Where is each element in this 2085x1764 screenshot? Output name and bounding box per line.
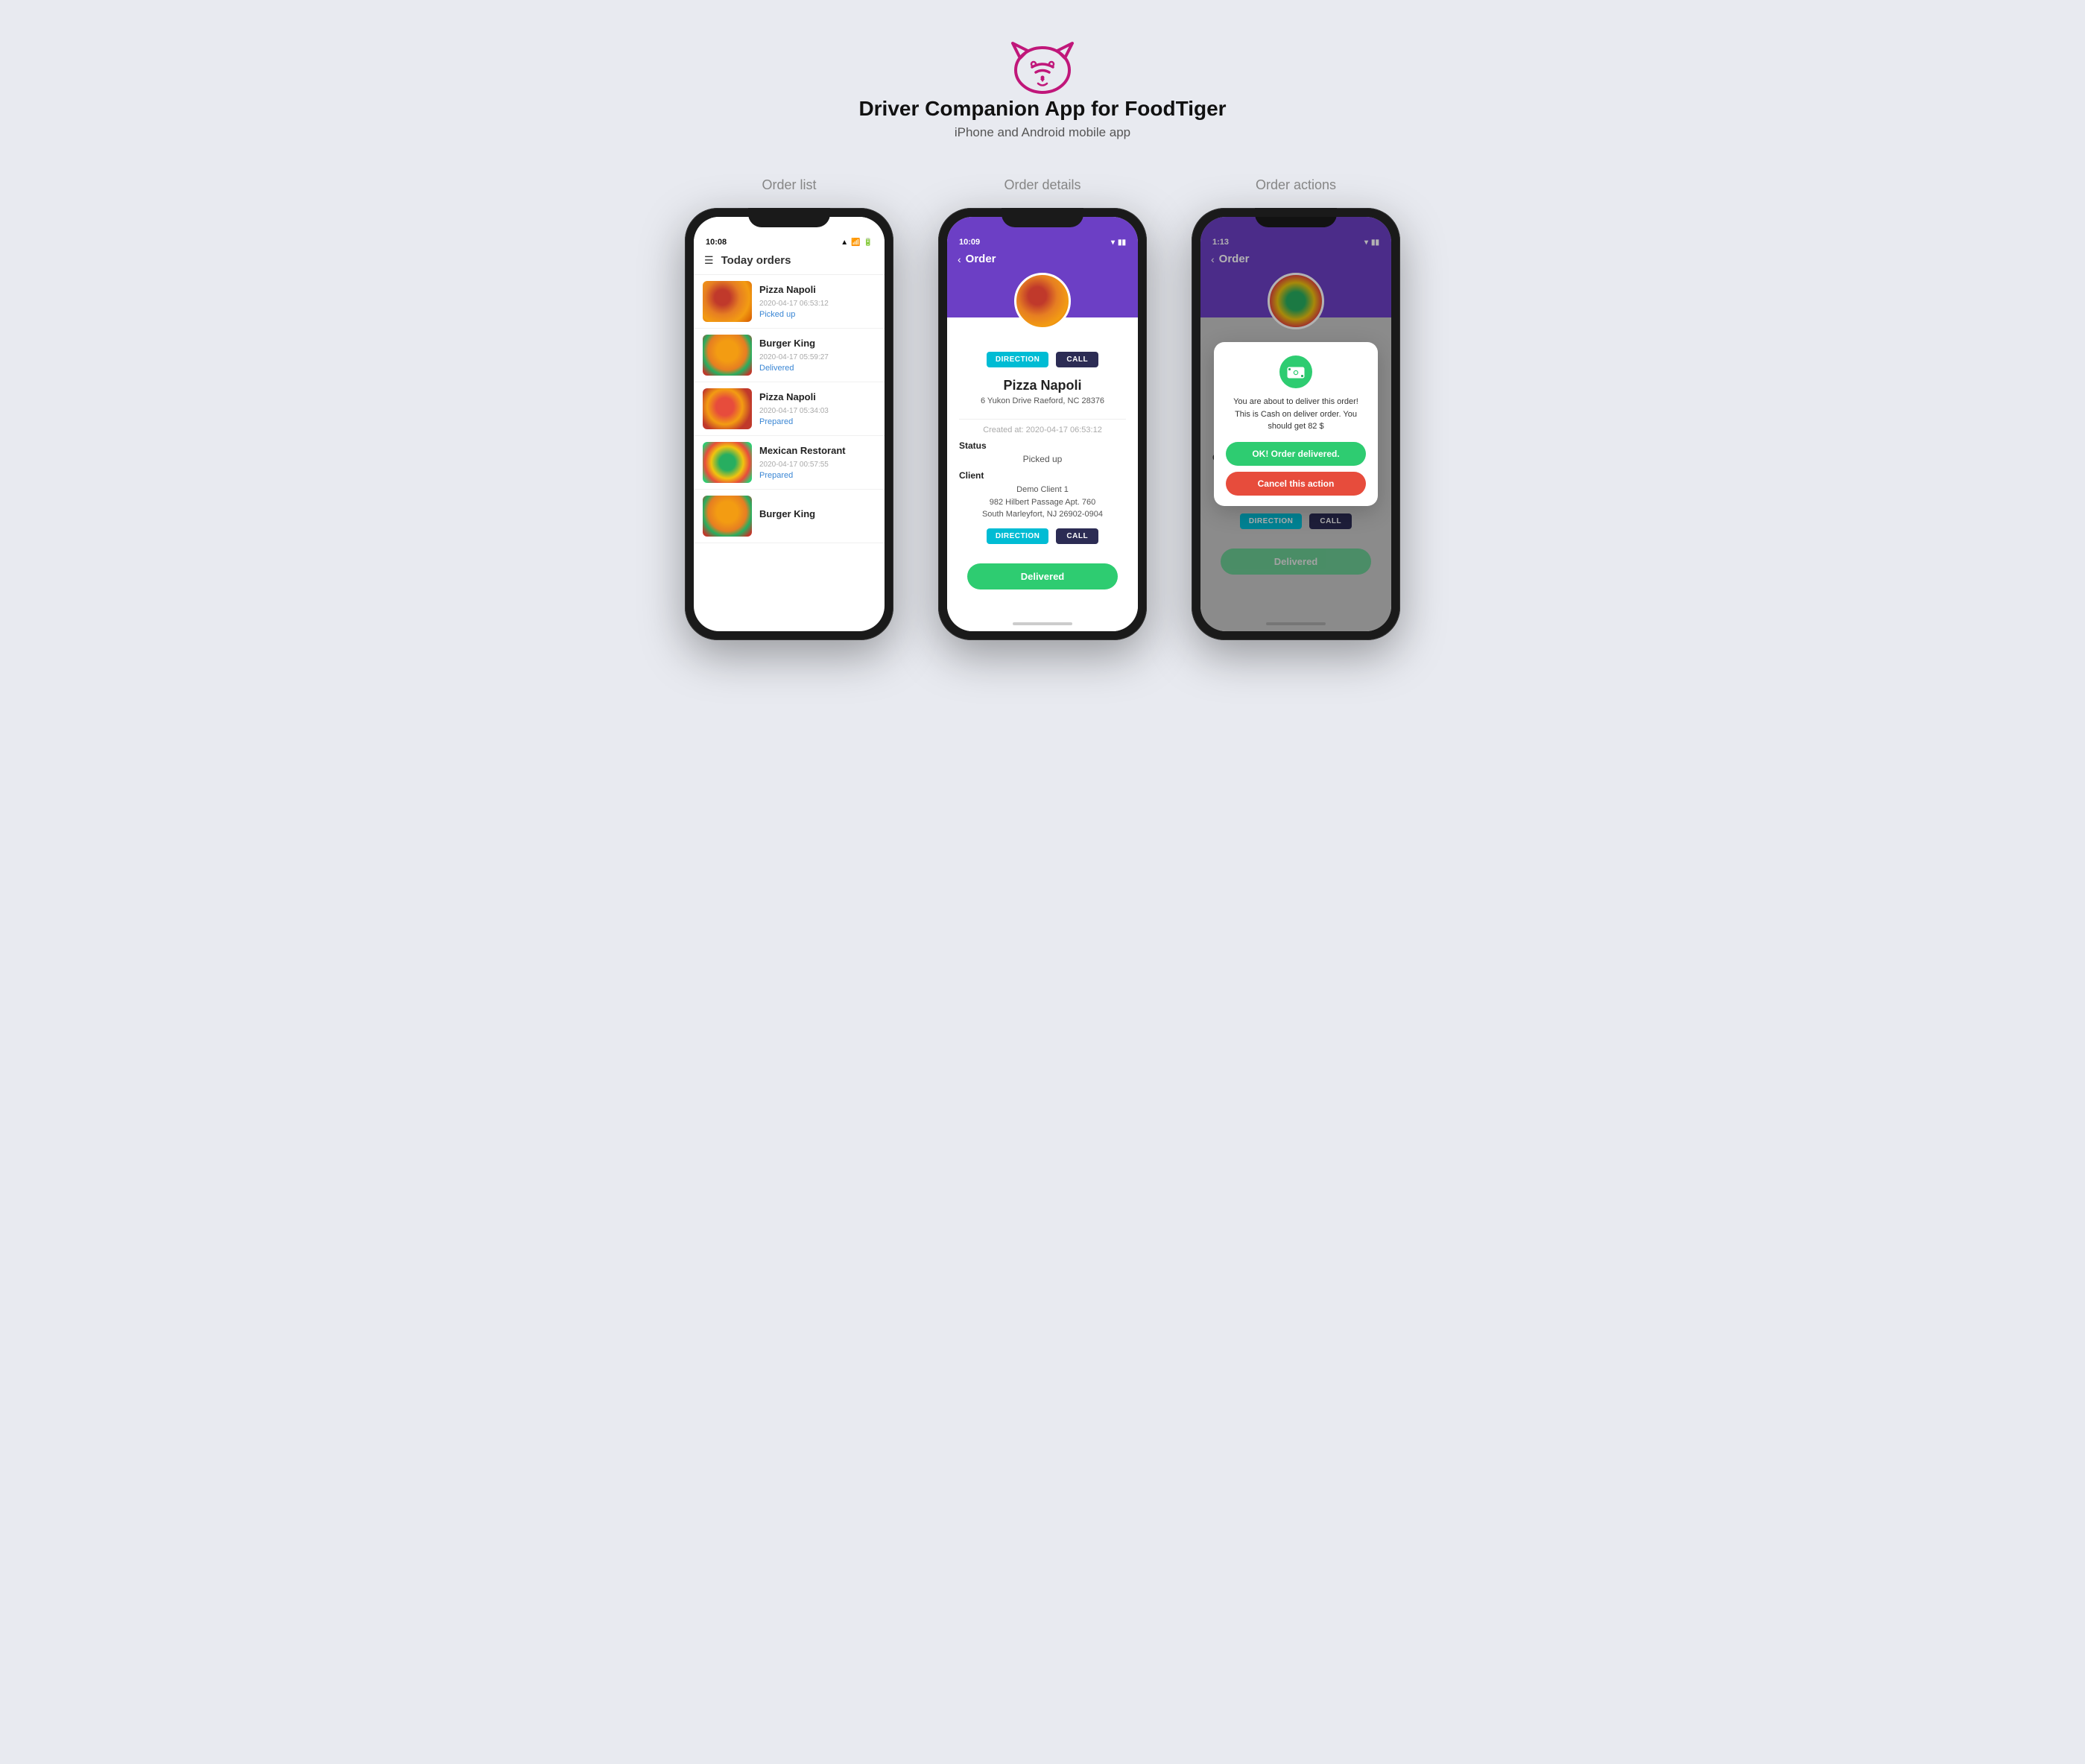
order-name: Pizza Napoli <box>759 284 876 295</box>
section-label-2: Order details <box>1004 177 1081 193</box>
order-status: Delivered <box>759 364 876 373</box>
ok-delivered-button[interactable]: OK! Order delivered. <box>1226 442 1366 466</box>
section-label-1: Order list <box>762 177 816 193</box>
time-2: 10:09 <box>959 238 980 247</box>
phone-frame-2: 10:09 ▾ ▮▮ ‹ Order <box>938 208 1147 640</box>
action-buttons-bottom: DIRECTION CALL <box>987 528 1098 544</box>
order-status: Prepared <box>759 417 876 426</box>
client-address-1: 982 Hilbert Passage Apt. 760 <box>959 496 1126 509</box>
order-info: Mexican Restorant 2020-04-17 00:57:55 Pr… <box>759 445 876 480</box>
cancel-action-button[interactable]: Cancel this action <box>1226 472 1366 496</box>
client-address-2: South Marleyfort, NJ 26902-0904 <box>959 508 1126 521</box>
list-item[interactable]: Burger King <box>694 490 885 543</box>
battery-icon-1: 🔋 <box>864 238 873 247</box>
section-label-3: Order actions <box>1256 177 1336 193</box>
phones-section: Order list 10:08 ▲ 📶 🔋 ☰ Today orders <box>685 177 1400 640</box>
menu-icon[interactable]: ☰ <box>704 254 714 267</box>
client-label: Client <box>959 470 1126 481</box>
order-name: Pizza Napoli <box>759 391 876 402</box>
list-item[interactable]: Burger King 2020-04-17 05:59:27 Delivere… <box>694 329 885 382</box>
order-info: Burger King 2020-04-17 05:59:27 Delivere… <box>759 338 876 373</box>
screen-order-actions: 1:13 ▾ ▮▮ ‹ Order D <box>1200 217 1391 631</box>
topbar-title: Order <box>966 253 996 265</box>
client-section: Client Demo Client 1 982 Hilbert Passage… <box>959 470 1126 521</box>
status-label: Status <box>959 440 1126 451</box>
order-list-header: ☰ Today orders <box>694 248 885 275</box>
order-date: 2020-04-17 06:53:12 <box>759 300 876 308</box>
screen-order-details: 10:09 ▾ ▮▮ ‹ Order <box>947 217 1138 631</box>
delivered-button[interactable]: Delivered <box>967 563 1118 589</box>
client-info: Demo Client 1 982 Hilbert Passage Apt. 7… <box>959 484 1126 521</box>
list-item[interactable]: Pizza Napoli 2020-04-17 05:34:03 Prepare… <box>694 382 885 436</box>
time-1: 10:08 <box>706 238 727 247</box>
status-section: Status Picked up <box>959 440 1126 470</box>
restaurant-address: 6 Yukon Drive Raeford, NC 28376 <box>981 396 1104 405</box>
direction-button-top[interactable]: DIRECTION <box>987 352 1049 367</box>
list-item[interactable]: Mexican Restorant 2020-04-17 00:57:55 Pr… <box>694 436 885 490</box>
phone-column-2: Order details 10:09 ▾ ▮▮ ‹ Order <box>938 177 1147 640</box>
order-thumb-pizza <box>703 281 752 322</box>
divider-1 <box>959 419 1126 420</box>
order-info: Pizza Napoli 2020-04-17 06:53:12 Picked … <box>759 284 876 319</box>
list-item[interactable]: Pizza Napoli 2020-04-17 06:53:12 Picked … <box>694 275 885 329</box>
phone-column-3: Order actions 1:13 ▾ ▮▮ ‹ Order <box>1192 177 1400 640</box>
order-date: 2020-04-17 00:57:55 <box>759 461 876 469</box>
order-status: Prepared <box>759 471 876 480</box>
home-indicator <box>947 616 1138 631</box>
order-name: Burger King <box>759 508 876 519</box>
order-thumb-burger <box>703 335 752 376</box>
hero-area <box>947 265 1138 317</box>
notch-1 <box>748 208 830 227</box>
created-at: Created at: 2020-04-17 06:53:12 <box>983 426 1102 434</box>
today-orders-title: Today orders <box>721 254 791 267</box>
order-thumb-pizza2 <box>703 388 752 429</box>
tiger-logo-icon <box>1005 30 1080 97</box>
call-button-bottom[interactable]: CALL <box>1056 528 1098 544</box>
notch-2 <box>1002 208 1083 227</box>
signal-icon-1: ▲ <box>841 238 848 247</box>
cash-icon <box>1286 362 1306 382</box>
client-name: Demo Client 1 <box>959 484 1126 496</box>
hero-food-circle <box>1014 273 1071 329</box>
call-button-top[interactable]: CALL <box>1056 352 1098 367</box>
modal-overlay: You are about to deliver this order! Thi… <box>1200 217 1391 631</box>
modal-box: You are about to deliver this order! Thi… <box>1214 342 1378 506</box>
details-content: DIRECTION CALL Pizza Napoli 6 Yukon Driv… <box>947 317 1138 616</box>
restaurant-name: Pizza Napoli <box>1003 378 1081 393</box>
home-bar <box>1013 622 1072 625</box>
order-info: Burger King <box>759 508 876 524</box>
phone-frame-1: 10:08 ▲ 📶 🔋 ☰ Today orders <box>685 208 893 640</box>
order-thumb-salad <box>703 442 752 483</box>
screen-order-list: 10:08 ▲ 📶 🔋 ☰ Today orders <box>694 217 885 631</box>
order-info: Pizza Napoli 2020-04-17 05:34:03 Prepare… <box>759 391 876 426</box>
status-value: Picked up <box>959 454 1126 464</box>
status-icons-2: ▾ ▮▮ <box>1111 238 1126 247</box>
app-subtitle: iPhone and Android mobile app <box>955 125 1130 140</box>
order-list[interactable]: Pizza Napoli 2020-04-17 06:53:12 Picked … <box>694 275 885 543</box>
wifi-icon-1: 📶 <box>851 238 860 247</box>
order-details-topbar: ‹ Order <box>947 248 1138 265</box>
battery-icon-2: ▮▮ <box>1118 238 1126 247</box>
modal-money-icon <box>1279 355 1312 388</box>
back-arrow-icon[interactable]: ‹ <box>958 253 961 265</box>
wifi-icon-2: ▾ <box>1111 238 1115 247</box>
status-icons-1: ▲ 📶 🔋 <box>841 238 873 247</box>
order-thumb-burger2 <box>703 496 752 537</box>
phone-column-1: Order list 10:08 ▲ 📶 🔋 ☰ Today orders <box>685 177 893 640</box>
order-name: Burger King <box>759 338 876 349</box>
order-date: 2020-04-17 05:59:27 <box>759 353 876 361</box>
app-title: Driver Companion App for FoodTiger <box>858 97 1226 121</box>
order-name: Mexican Restorant <box>759 445 876 456</box>
direction-button-bottom[interactable]: DIRECTION <box>987 528 1049 544</box>
app-header: Driver Companion App for FoodTiger iPhon… <box>858 30 1226 140</box>
order-date: 2020-04-17 05:34:03 <box>759 407 876 415</box>
order-status: Picked up <box>759 310 876 319</box>
action-buttons-top: DIRECTION CALL <box>987 352 1098 367</box>
modal-text: You are about to deliver this order! Thi… <box>1226 396 1366 433</box>
phone-frame-3: 1:13 ▾ ▮▮ ‹ Order D <box>1192 208 1400 640</box>
